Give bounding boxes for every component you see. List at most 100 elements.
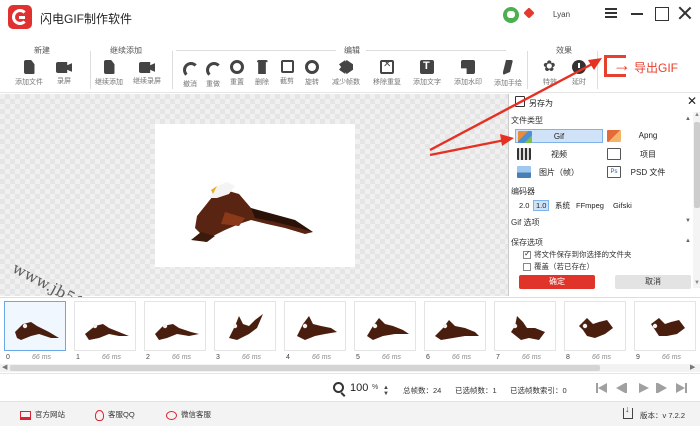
frame-thumbnail[interactable]: 5 66 ms xyxy=(352,301,416,361)
frame-delay[interactable]: 66 ms xyxy=(312,354,331,361)
gif-options-label[interactable]: Gif 选项 xyxy=(511,217,539,228)
frame-image[interactable] xyxy=(424,301,486,351)
frame-thumbnail[interactable]: 7 66 ms xyxy=(492,301,556,361)
add-text-button[interactable]: 添加文字 xyxy=(410,60,444,90)
frame-image[interactable] xyxy=(354,301,416,351)
scroll-up-icon[interactable]: ▲ xyxy=(694,112,700,118)
frame-image[interactable] xyxy=(564,301,626,351)
frame-image[interactable] xyxy=(634,301,696,351)
scrollbar-thumb[interactable] xyxy=(10,365,600,371)
last-frame-icon[interactable] xyxy=(676,383,688,393)
cancel-button[interactable]: 取消 xyxy=(615,275,691,289)
menu-icon[interactable] xyxy=(604,6,618,20)
file-type-project[interactable]: 项目 xyxy=(605,147,691,161)
scroll-right-icon[interactable]: ▶ xyxy=(690,363,695,371)
frame-image[interactable] xyxy=(4,301,66,351)
frame-image[interactable] xyxy=(494,301,556,351)
frame-strip-scrollbar[interactable]: ◀ ▶ xyxy=(0,364,700,372)
frame-delay[interactable]: 66 ms xyxy=(452,354,471,361)
watermark-icon xyxy=(461,60,475,74)
next-frame-icon[interactable] xyxy=(656,383,668,393)
close-icon[interactable] xyxy=(678,6,692,20)
zoom-icon xyxy=(333,382,344,393)
minimize-icon[interactable] xyxy=(630,6,644,20)
remove-duplicates-button[interactable]: 移除重复 xyxy=(370,59,404,90)
file-type-psd[interactable]: Ps PSD 文件 xyxy=(605,165,691,179)
record-screen-button[interactable]: 录屏 xyxy=(47,60,81,90)
redo-icon xyxy=(206,62,220,76)
save-to-folder-checkbox[interactable]: 将文件保存到你选择的文件夹 xyxy=(523,249,632,260)
collapse-chevron-icon[interactable]: ▲ xyxy=(685,116,691,122)
frame-thumbnail[interactable]: 2 66 ms xyxy=(142,301,206,361)
wechat-avatar-icon[interactable] xyxy=(503,7,519,23)
frame-image[interactable] xyxy=(74,301,136,351)
maximize-icon[interactable] xyxy=(654,6,669,21)
continue-record-button[interactable]: 继续录屏 xyxy=(130,60,164,90)
encoder-option-ffmpeg[interactable]: FFmpeg xyxy=(574,200,606,211)
file-type-video[interactable]: 视频 xyxy=(515,147,603,161)
encoder-option-2-0[interactable]: 2.0 xyxy=(517,200,531,211)
frame-thumbnail[interactable]: 4 66 ms xyxy=(282,301,346,361)
frame-thumbnail[interactable]: 9 66 ms xyxy=(632,301,696,361)
overwrite-checkbox[interactable]: 覆盖（若已存在） xyxy=(523,261,594,272)
reduce-frames-button[interactable]: 减少帧数 xyxy=(329,60,363,90)
zoom-value[interactable]: 100 xyxy=(350,382,368,394)
rotate-icon xyxy=(305,60,319,74)
first-frame-icon[interactable] xyxy=(596,383,608,393)
continue-add-button[interactable]: 继续添加 xyxy=(92,60,126,90)
file-type-gif[interactable]: Gif xyxy=(515,129,603,143)
frame-thumbnail[interactable]: 1 66 ms xyxy=(72,301,136,361)
file-icon xyxy=(103,60,115,74)
frame-image[interactable] xyxy=(144,301,206,351)
add-watermark-button[interactable]: 添加水印 xyxy=(451,60,485,90)
file-type-image-frames[interactable]: 图片（帧） xyxy=(515,165,603,179)
frame-thumbnail[interactable]: 8 66 ms xyxy=(562,301,626,361)
encoder-option-1-0[interactable]: 1.0 xyxy=(533,200,550,211)
checkbox-checked-icon[interactable] xyxy=(523,249,531,260)
official-website-link[interactable]: 官方网站 xyxy=(20,409,65,420)
pen-icon xyxy=(503,60,513,75)
rotate-button[interactable]: 旋转 xyxy=(295,60,329,90)
play-icon[interactable] xyxy=(638,383,650,393)
trash-icon xyxy=(256,60,268,74)
collapse-chevron-icon[interactable]: ▲ xyxy=(685,238,691,244)
expand-chevron-icon[interactable]: ▼ xyxy=(685,218,691,224)
frame-delay[interactable]: 66 ms xyxy=(172,354,191,361)
canvas-area[interactable]: www.jb51.net xyxy=(0,94,508,327)
scrollbar-thumb[interactable] xyxy=(694,122,700,208)
frame-delay[interactable]: 66 ms xyxy=(662,354,681,361)
download-icon[interactable] xyxy=(623,404,633,419)
add-file-button[interactable]: 添加文件 xyxy=(12,60,46,90)
qq-support-link[interactable]: 客服QQ xyxy=(95,409,135,421)
frame-image[interactable] xyxy=(284,301,346,351)
encoder-option-system[interactable]: 系统 xyxy=(553,200,572,211)
frame-delay-button[interactable]: 延时 xyxy=(562,60,596,90)
frame-image[interactable] xyxy=(214,301,276,351)
previous-frame-icon[interactable] xyxy=(616,383,628,393)
frame-delay[interactable]: 66 ms xyxy=(592,354,611,361)
frame-delay[interactable]: 66 ms xyxy=(102,354,121,361)
frame-thumbnail[interactable]: 3 66 ms xyxy=(212,301,276,361)
frame-thumbnail[interactable]: 6 66 ms xyxy=(422,301,486,361)
encoder-option-gifski[interactable]: Gifski xyxy=(611,200,634,211)
frame-delay[interactable]: 66 ms xyxy=(522,354,541,361)
panel-close-icon[interactable]: ✕ xyxy=(687,94,697,108)
file-type-apng[interactable]: Apng xyxy=(605,129,691,143)
confirm-button[interactable]: 确定 xyxy=(519,275,595,289)
frame-delay[interactable]: 66 ms xyxy=(382,354,401,361)
wechat-icon xyxy=(166,410,177,420)
panel-scrollbar[interactable]: ▲ ▼ xyxy=(693,112,700,288)
checkbox-unchecked-icon[interactable] xyxy=(523,263,531,272)
preview-stage[interactable] xyxy=(155,124,355,267)
frame-strip[interactable]: 0 66 ms 1 66 ms 2 66 ms 3 66 ms 4 66 ms 5 66 ms 6 66 … xyxy=(0,297,700,363)
frame-delay[interactable]: 66 ms xyxy=(242,354,261,361)
user-name[interactable]: Lyan xyxy=(553,10,570,19)
frame-thumbnail[interactable]: 0 66 ms xyxy=(2,301,66,361)
scroll-left-icon[interactable]: ◀ xyxy=(2,363,7,371)
version-label: 版本：v 7.2.2 xyxy=(640,411,686,420)
frame-delay[interactable]: 66 ms xyxy=(32,354,51,361)
zoom-dropdown-icon[interactable]: ▲ ▼ xyxy=(383,385,389,397)
scroll-down-icon[interactable]: ▼ xyxy=(694,280,700,286)
add-drawing-button[interactable]: 添加手绘 xyxy=(491,60,525,90)
wechat-support-link[interactable]: 微信客服 xyxy=(166,409,211,420)
